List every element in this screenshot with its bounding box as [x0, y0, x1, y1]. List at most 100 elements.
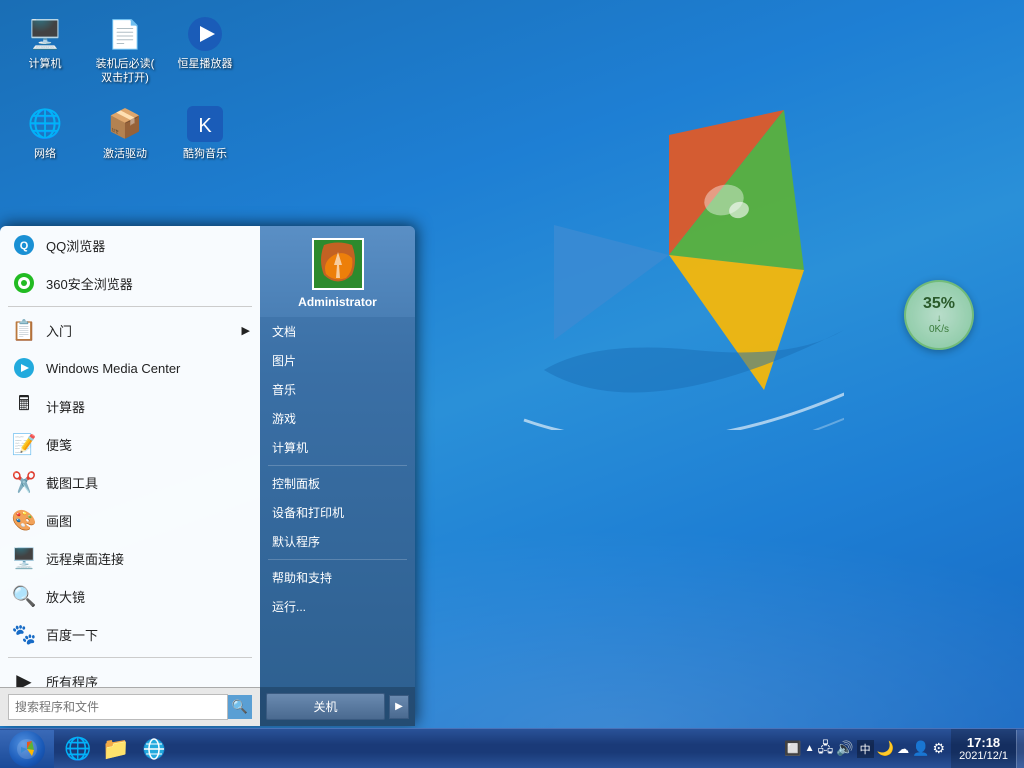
svg-text:K: K — [198, 115, 212, 137]
qqmusic-icon: K — [185, 104, 225, 144]
menu-item-snipping-tool[interactable]: ✂️ 截图工具 — [0, 463, 260, 501]
net-speed: 0K/s — [929, 324, 949, 335]
taskbar-programs: 🌐 📁 — [56, 731, 176, 767]
all-programs-icon: ▶ — [10, 667, 38, 687]
tray-icon-gear[interactable]: ⚙ — [933, 740, 946, 757]
net-speed-widget: 35% ↓ 0K/s — [904, 280, 974, 350]
remote-desktop-label: 远程桌面连接 — [46, 549, 124, 568]
desktop-icon-network[interactable]: 🌐 网络 — [10, 100, 80, 165]
tray-icon-volume[interactable]: 🔊 — [836, 740, 853, 757]
desktop-icon-post-install[interactable]: 📄 装机后必读(双击打开) — [90, 10, 160, 90]
360-browser-icon — [10, 269, 38, 297]
snipping-tool-label: 截图工具 — [46, 473, 98, 492]
desktop-icon-row-2: 🌐 网络 📦 激活驱动 K 酷狗音乐 — [10, 100, 240, 165]
qq-browser-icon: Q — [10, 231, 38, 259]
desktop-icon-computer[interactable]: 🖥️ 计算机 — [10, 10, 80, 90]
start-orb — [9, 731, 45, 767]
menu-item-calculator[interactable]: 🖩 计算器 — [0, 387, 260, 425]
clock-area[interactable]: 17:18 2021/12/1 — [951, 729, 1016, 768]
right-menu-default-programs[interactable]: 默认程序 — [260, 527, 415, 556]
360-browser-label: 360安全浏览器 — [46, 274, 133, 293]
start-menu: Q QQ浏览器 360安全浏览器 — [0, 226, 415, 726]
menu-item-magnifier[interactable]: 🔍 放大镜 — [0, 577, 260, 615]
all-programs-label: 所有程序 — [46, 672, 98, 688]
shutdown-button[interactable]: 关机 — [266, 693, 385, 720]
menu-divider-2 — [8, 657, 252, 658]
tray-icon-checkbox[interactable]: 🔲 — [784, 740, 801, 757]
media-player-label: 恒星播放器 — [178, 57, 233, 71]
snipping-tool-icon: ✂️ — [10, 468, 38, 496]
shutdown-arrow-button[interactable]: ▶ — [389, 695, 409, 719]
baidu-label: 百度一下 — [46, 625, 98, 644]
intro-arrow: ▶ — [242, 324, 250, 337]
menu-item-sticky-notes[interactable]: 📝 便笺 — [0, 425, 260, 463]
search-button[interactable]: 🔍 — [228, 695, 252, 719]
clock-date: 2021/12/1 — [959, 750, 1008, 762]
show-desktop-button[interactable] — [1016, 730, 1024, 768]
right-menu-music[interactable]: 音乐 — [260, 375, 415, 404]
shutdown-area: 关机 ▶ — [260, 687, 415, 726]
menu-item-remote-desktop[interactable]: 🖥️ 远程桌面连接 — [0, 539, 260, 577]
post-install-icon: 📄 — [105, 14, 145, 54]
menu-divider-1 — [8, 306, 252, 307]
right-menu-control-panel[interactable]: 控制面板 — [260, 469, 415, 498]
right-menu-pictures[interactable]: 图片 — [260, 346, 415, 375]
desktop-icon-activate-driver[interactable]: 📦 激活驱动 — [90, 100, 160, 165]
menu-item-paint[interactable]: 🎨 画图 — [0, 501, 260, 539]
magnifier-icon: 🔍 — [10, 582, 38, 610]
menu-item-all-programs[interactable]: ▶ 所有程序 — [0, 662, 260, 687]
taskbar: 🌐 📁 🔲 ▲ 🖧 🔊 中 🌙 ☁ — [0, 728, 1024, 768]
system-tray: 🔲 ▲ 🖧 🔊 中 🌙 ☁ 👤 ⚙ — [778, 729, 951, 768]
media-player-icon — [185, 14, 225, 54]
tray-icon-user[interactable]: 👤 — [912, 740, 929, 757]
paint-icon: 🎨 — [10, 506, 38, 534]
desktop-icon-qqmusic[interactable]: K 酷狗音乐 — [170, 100, 240, 165]
menu-item-media-center[interactable]: Windows Media Center — [0, 349, 260, 387]
intro-icon: 📋 — [10, 316, 38, 344]
net-percent: 35% — [923, 295, 955, 313]
search-input[interactable] — [8, 694, 228, 720]
menu-item-intro[interactable]: 📋 入门 ▶ — [0, 311, 260, 349]
taskbar-network-icon[interactable]: 🌐 — [60, 731, 96, 767]
menu-item-baidu[interactable]: 🐾 百度一下 — [0, 615, 260, 653]
svg-text:Q: Q — [20, 240, 29, 252]
start-search-area: 🔍 — [0, 687, 260, 726]
user-name: Administrator — [298, 295, 377, 309]
right-menu-devices-printers[interactable]: 设备和打印机 — [260, 498, 415, 527]
post-install-label: 装机后必读(双击打开) — [96, 57, 155, 86]
tray-icon-expand[interactable]: ▲ — [805, 743, 815, 754]
activate-driver-label: 激活驱动 — [103, 147, 147, 161]
right-menu-documents[interactable]: 文档 — [260, 317, 415, 346]
taskbar-ie-icon[interactable] — [136, 731, 172, 767]
right-menu-help-support[interactable]: 帮助和支持 — [260, 563, 415, 592]
sticky-notes-icon: 📝 — [10, 430, 38, 458]
tray-icon-network[interactable]: 🖧 — [818, 737, 834, 761]
user-avatar — [312, 238, 364, 290]
tray-icon-cloud[interactable]: ☁ — [897, 742, 909, 756]
desktop-icon-media-player[interactable]: 恒星播放器 — [170, 10, 240, 90]
start-menu-items: Q QQ浏览器 360安全浏览器 — [0, 226, 260, 687]
tray-icon-moon[interactable]: 🌙 — [877, 740, 894, 757]
computer-label: 计算机 — [29, 57, 62, 71]
computer-icon: 🖥️ — [25, 14, 65, 54]
calculator-icon: 🖩 — [10, 392, 38, 420]
magnifier-label: 放大镜 — [46, 587, 85, 606]
activate-driver-icon: 📦 — [105, 104, 145, 144]
paint-label: 画图 — [46, 511, 72, 530]
network-label: 网络 — [34, 147, 56, 161]
windows-logo — [494, 80, 844, 430]
taskbar-explorer-icon[interactable]: 📁 — [98, 731, 134, 767]
desktop: 🖥️ 计算机 📄 装机后必读(双击打开) 恒星播放器 🌐 网络 — [0, 0, 1024, 768]
media-center-label: Windows Media Center — [46, 361, 180, 376]
right-menu-computer[interactable]: 计算机 — [260, 433, 415, 462]
start-button[interactable] — [0, 730, 54, 768]
remote-desktop-icon: 🖥️ — [10, 544, 38, 572]
net-arrow: ↓ — [937, 313, 942, 324]
menu-item-360-browser[interactable]: 360安全浏览器 — [0, 264, 260, 302]
start-menu-right: Administrator 文档 图片 音乐 游戏 计算机 控制面板 设备和打印… — [260, 226, 415, 726]
tray-icon-lang[interactable]: 中 — [857, 740, 874, 758]
right-menu-run[interactable]: 运行... — [260, 592, 415, 621]
right-menu-games[interactable]: 游戏 — [260, 404, 415, 433]
menu-item-qq-browser[interactable]: Q QQ浏览器 — [0, 226, 260, 264]
right-divider-1 — [268, 465, 407, 466]
